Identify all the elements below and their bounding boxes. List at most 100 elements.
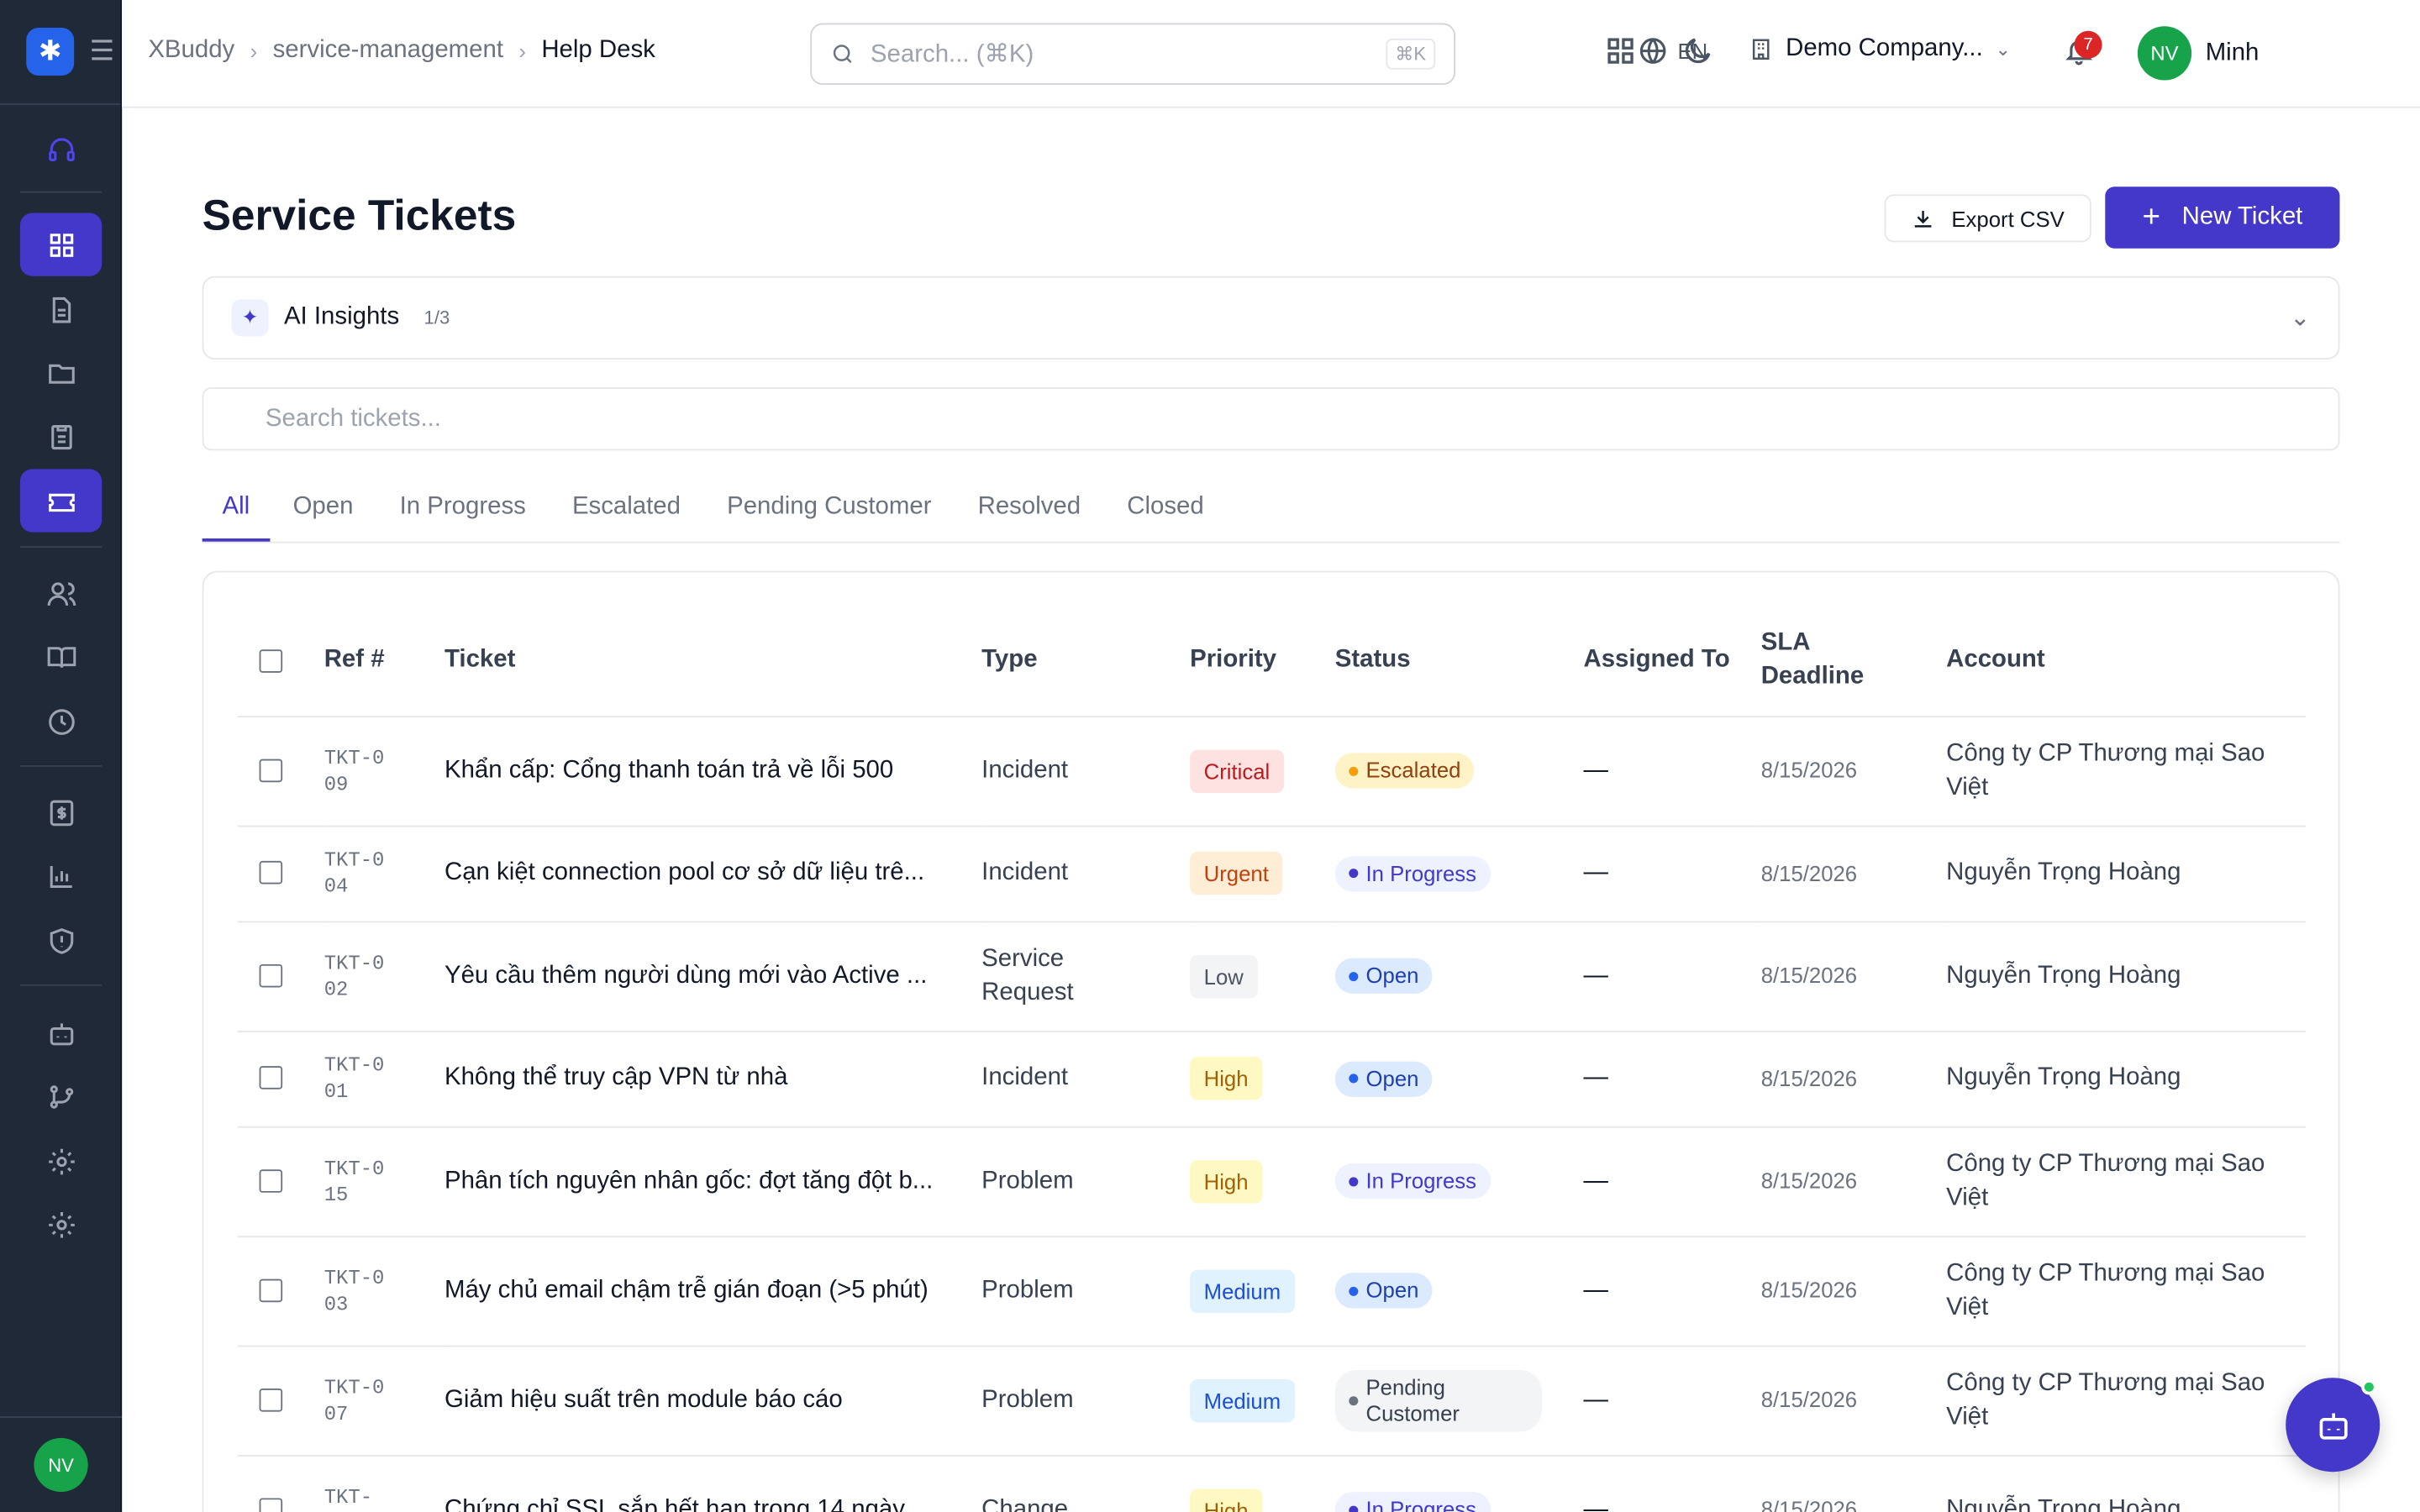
account-name[interactable]: Nguyễn Trọng Hoàng <box>1946 1493 2278 1512</box>
user-menu[interactable]: NV Minh <box>2137 26 2259 81</box>
column-header[interactable]: Ticket <box>444 606 982 717</box>
account-name[interactable]: Công ty CP Thương mại Sao Việt <box>1946 1257 2278 1325</box>
breadcrumb-item[interactable]: service-management <box>273 37 503 65</box>
priority-badge: Critical <box>1190 748 1284 793</box>
clock-icon[interactable] <box>20 690 102 753</box>
export-csv-button[interactable]: Export CSV <box>1884 194 2091 243</box>
ticket-icon[interactable] <box>19 469 103 533</box>
ticket-title[interactable]: Cạn kiệt connection pool cơ sở dữ liệu t… <box>445 856 946 890</box>
git-branch-icon[interactable] <box>20 1064 102 1127</box>
page-title: Service Tickets <box>202 191 517 239</box>
ai-insights-panel[interactable]: ✦ AI Insights 1/3 ⌄ <box>202 276 2340 360</box>
avatar[interactable]: NV <box>34 1437 88 1493</box>
column-header[interactable]: Assigned To <box>1583 606 1761 717</box>
bot-icon[interactable] <box>20 1001 102 1064</box>
ticket-title[interactable]: Khẩn cấp: Cổng thanh toán trả về lỗi 500 <box>445 753 946 787</box>
account-name[interactable]: Nguyễn Trọng Hoàng <box>1946 1062 2278 1095</box>
gear-icon[interactable] <box>20 1129 102 1192</box>
status-dot <box>1349 766 1359 776</box>
clipboard-icon[interactable] <box>20 404 102 467</box>
sla-deadline: 8/15/2026 <box>1760 1387 1858 1412</box>
ticket-title[interactable]: Không thể truy cập VPN từ nhà <box>445 1062 946 1095</box>
book-icon[interactable] <box>20 625 102 688</box>
ticket-ref[interactable]: TKT-0.. <box>324 1483 386 1512</box>
column-header[interactable]: SLA Deadline <box>1760 606 1947 717</box>
select-all-checkbox[interactable] <box>259 648 283 672</box>
breadcrumb-item[interactable]: XBuddy <box>148 37 234 65</box>
tab-pending-customer[interactable]: Pending Customer <box>704 478 955 541</box>
company-selector[interactable]: Demo Company... ⌄ <box>1749 35 2011 63</box>
ticket-ref[interactable]: TKT-002 <box>324 950 386 1002</box>
table-row[interactable]: TKT-007 Giảm hiệu suất trên module báo cá… <box>237 1345 2307 1456</box>
tab-in-progress[interactable]: In Progress <box>376 478 549 541</box>
ticket-ref[interactable]: TKT-004 <box>324 847 386 899</box>
status-label: In Progress <box>1365 860 1477 885</box>
column-header[interactable]: Priority <box>1190 606 1335 717</box>
shield-icon[interactable] <box>20 909 102 972</box>
table-row[interactable]: TKT-0.. Chứng chỉ SSL sắp hết hạn trong 1… <box>237 1455 2307 1512</box>
table-row[interactable]: TKT-002 Yêu cầu thêm người dùng mới vào A… <box>237 921 2307 1032</box>
ticket-ref[interactable]: TKT-007 <box>324 1374 386 1426</box>
ticket-ref[interactable]: TKT-001 <box>324 1053 386 1105</box>
priority-badge: Urgent <box>1190 851 1283 895</box>
account-name[interactable]: Nguyễn Trọng Hoàng <box>1946 856 2278 890</box>
row-checkbox[interactable] <box>259 963 283 988</box>
account-name[interactable]: Nguyễn Trọng Hoàng <box>1946 959 2278 993</box>
account-name[interactable]: Công ty CP Thương mại Sao Việt <box>1946 1366 2278 1434</box>
row-checkbox[interactable] <box>259 759 283 782</box>
dashboard-icon[interactable] <box>19 213 103 276</box>
folder-icon[interactable] <box>20 341 102 404</box>
table-row[interactable]: TKT-004 Cạn kiệt connection pool cơ sở dữ… <box>237 825 2307 922</box>
ticket-type: Change <box>981 1495 1069 1512</box>
row-checkbox[interactable] <box>259 861 283 885</box>
ticket-title[interactable]: Phân tích nguyên nhân gốc: đợt tăng đột … <box>445 1164 946 1198</box>
row-checkbox[interactable] <box>259 1278 283 1302</box>
chevron-down-icon[interactable]: ⌄ <box>2290 302 2311 333</box>
row-checkbox[interactable] <box>259 1388 283 1412</box>
table-row[interactable]: TKT-001 Không thể truy cập VPN từ nhà Inci… <box>237 1030 2307 1127</box>
new-ticket-button[interactable]: + New Ticket <box>2105 186 2340 249</box>
global-search-input[interactable]: Search... (⌘K) ⌘K <box>810 23 1456 86</box>
row-checkbox[interactable] <box>259 1498 283 1512</box>
ticket-ref[interactable]: TKT-009 <box>324 744 386 796</box>
status-label: In Progress <box>1365 1168 1477 1194</box>
billing-icon[interactable] <box>20 780 102 843</box>
column-header[interactable]: Status <box>1334 606 1584 717</box>
column-header[interactable]: Account <box>1946 606 2307 717</box>
table-row[interactable]: TKT-009 Khẩn cấp: Cổng thanh toán trả về … <box>237 716 2307 827</box>
tab-open[interactable]: Open <box>270 478 376 541</box>
users-icon[interactable] <box>20 562 102 625</box>
ticket-title[interactable]: Máy chủ email chậm trễ gián đoạn (>5 phú… <box>445 1273 946 1307</box>
column-header[interactable]: Ref # <box>324 606 445 717</box>
online-indicator <box>2361 1379 2377 1395</box>
ticket-ref[interactable]: TKT-003 <box>324 1264 386 1316</box>
chart-icon[interactable] <box>20 844 102 907</box>
apps-grid-icon[interactable] <box>1603 34 1637 76</box>
row-checkbox[interactable] <box>259 1168 283 1193</box>
account-name[interactable]: Công ty CP Thương mại Sao Việt <box>1946 1147 2278 1215</box>
row-checkbox[interactable] <box>259 1066 283 1090</box>
headset-icon[interactable] <box>20 118 102 181</box>
ticket-title[interactable]: Chứng chỉ SSL sắp hết hạn trong 14 ngày <box>445 1493 946 1512</box>
app-logo[interactable]: ✱ <box>26 28 75 76</box>
table-row[interactable]: TKT-015 Phân tích nguyên nhân gốc: đợt tă… <box>237 1126 2307 1237</box>
ticket-title[interactable]: Yêu cầu thêm người dùng mới vào Active .… <box>445 959 946 993</box>
tab-closed[interactable]: Closed <box>1104 478 1228 541</box>
column-header[interactable]: Type <box>981 606 1191 717</box>
ticket-search-input[interactable]: Search tickets... <box>202 387 2340 451</box>
tab-escalated[interactable]: Escalated <box>549 478 703 541</box>
language-selector[interactable]: EN <box>1638 35 1707 66</box>
settings-icon[interactable] <box>20 1193 102 1256</box>
ticket-type: Problem <box>981 1276 1074 1304</box>
table-row[interactable]: TKT-003 Máy chủ email chậm trễ gián đoạn … <box>237 1236 2307 1347</box>
ticket-title[interactable]: Giảm hiệu suất trên module báo cáo <box>445 1383 946 1417</box>
sla-deadline: 8/15/2026 <box>1760 1168 1858 1193</box>
document-icon[interactable] <box>20 278 102 341</box>
tab-all[interactable]: All <box>202 478 271 542</box>
tab-resolved[interactable]: Resolved <box>955 478 1104 541</box>
account-name[interactable]: Công ty CP Thương mại Sao Việt <box>1946 737 2278 805</box>
menu-icon[interactable]: ☰ <box>90 35 115 68</box>
priority-badge: High <box>1190 1488 1263 1512</box>
table-header-row: Ref # Ticket Type Priority Status Assign… <box>237 606 2307 717</box>
ticket-ref[interactable]: TKT-015 <box>324 1155 386 1207</box>
